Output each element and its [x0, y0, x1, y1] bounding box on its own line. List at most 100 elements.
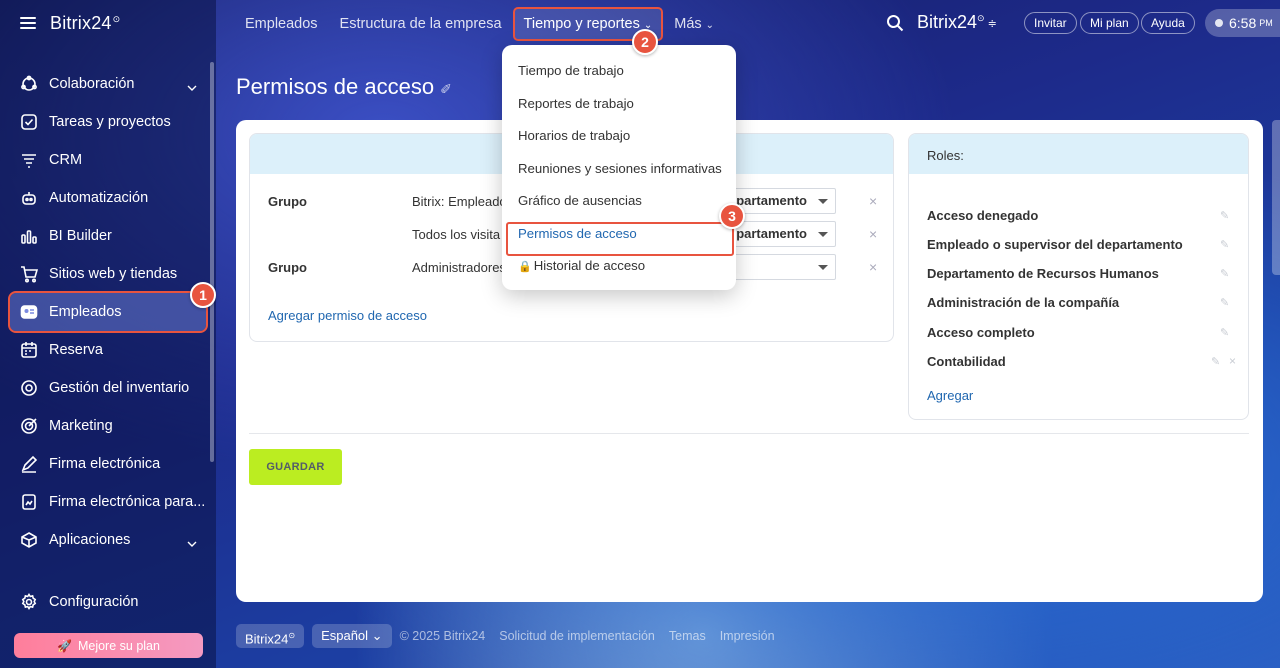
- menu-item-historial[interactable]: 🔒 Historial de acceso: [502, 250, 736, 283]
- row-group: Grupo: [268, 194, 307, 209]
- role-item[interactable]: Acceso denegado: [927, 208, 1038, 223]
- footer-link-implementacion[interactable]: Solicitud de implementación: [499, 629, 655, 643]
- help-button[interactable]: Ayuda: [1141, 12, 1195, 34]
- menu-item-ausencias[interactable]: Gráfico de ausencias: [502, 185, 736, 218]
- tiempo-reportes-dropdown: Tiempo de trabajo Reportes de trabajo Ho…: [502, 45, 736, 290]
- sidebar-item-marketing[interactable]: Marketing: [10, 407, 206, 445]
- logo[interactable]: Bitrix24⊙: [50, 13, 120, 34]
- sidebar-item-firma[interactable]: Firma electrónica: [10, 445, 206, 483]
- sidebar-item-tareas[interactable]: Tareas y proyectos: [10, 103, 206, 141]
- edit-icon[interactable]: ✎: [1220, 296, 1229, 309]
- menu-item-tiempo-trabajo[interactable]: Tiempo de trabajo: [502, 55, 736, 88]
- automation-icon: [20, 189, 38, 207]
- menu-burger-icon[interactable]: [20, 17, 36, 29]
- role-item[interactable]: Administración de la compañía: [927, 295, 1119, 310]
- role-select[interactable]: [723, 254, 836, 280]
- menu-item-reuniones[interactable]: Reuniones y sesiones informativas: [502, 153, 736, 186]
- lock-icon: 🔒: [518, 261, 532, 273]
- settings-link[interactable]: Configuración: [20, 593, 138, 611]
- rocket-icon: 🚀: [57, 638, 72, 653]
- marketing-icon: [20, 417, 38, 435]
- step-badge-3: 3: [719, 203, 745, 229]
- sidebar-item-inventario[interactable]: Gestión del inventario: [10, 369, 206, 407]
- row-subject: Administradores: [412, 260, 506, 275]
- row-subject: Todos los visita: [412, 227, 501, 242]
- logo-row: Bitrix24⊙: [20, 12, 120, 34]
- edit-icon[interactable]: ✎: [1211, 355, 1220, 368]
- edit-icon[interactable]: ✎: [1220, 238, 1229, 251]
- tab-mas[interactable]: Más ⌄: [674, 16, 714, 39]
- chevron-down-icon: [187, 79, 197, 91]
- step-badge-2: 2: [632, 29, 658, 55]
- menu-item-horarios[interactable]: Horarios de trabajo: [502, 120, 736, 153]
- chevron-down-icon: [818, 199, 828, 204]
- invite-button[interactable]: Invitar: [1024, 12, 1077, 34]
- save-button[interactable]: GUARDAR: [249, 449, 342, 485]
- copyright: © 2025 Bitrix24: [399, 629, 486, 643]
- close-icon[interactable]: ×: [1229, 354, 1236, 368]
- step-badge-1: 1: [190, 282, 216, 308]
- tasks-icon: [20, 113, 38, 131]
- add-role-link[interactable]: Agregar: [927, 388, 973, 403]
- edit-icon[interactable]: ✎: [1220, 326, 1229, 339]
- sidebar-item-empleados[interactable]: Empleados: [8, 291, 208, 333]
- topbar: Empleados Estructura de la empresa Tiemp…: [216, 0, 1280, 48]
- work-clock[interactable]: 6:58 PM: [1205, 9, 1280, 37]
- sidebar-scrollbar[interactable]: [210, 62, 214, 462]
- search-icon[interactable]: [886, 14, 904, 32]
- clock-icon: [1215, 19, 1223, 27]
- employees-icon: [20, 303, 38, 321]
- role-item[interactable]: Empleado o supervisor del departamento: [927, 237, 1183, 252]
- clock-ampm: PM: [1259, 18, 1273, 28]
- tab-label: Tiempo y reportes: [523, 16, 640, 32]
- role-item[interactable]: Departamento de Recursos Humanos: [927, 266, 1159, 281]
- sidebar-item-crm[interactable]: CRM: [10, 141, 206, 179]
- sidebar-item-firma-para[interactable]: Firma electrónica para...: [10, 483, 206, 521]
- brand-logo: Bitrix24⊙ ≑: [917, 12, 997, 32]
- sidebar-item-sitios-web[interactable]: Sitios web y tiendas: [10, 255, 206, 293]
- role-item[interactable]: Contabilidad: [927, 354, 1006, 369]
- menu-item-permisos[interactable]: Permisos de acceso: [502, 218, 736, 255]
- chevron-down-icon: ⌄: [705, 20, 715, 31]
- divider: [249, 433, 1249, 434]
- sidebar-item-aplicaciones[interactable]: Aplicaciones: [10, 521, 206, 559]
- add-permission-link[interactable]: Agregar permiso de acceso: [268, 308, 427, 323]
- close-icon[interactable]: ×: [869, 259, 877, 275]
- sidebar-item-label: Colaboración: [49, 76, 135, 92]
- signature-icon: [20, 455, 38, 473]
- footer-link-impresion[interactable]: Impresión: [720, 629, 775, 643]
- calendar-icon: [20, 341, 38, 359]
- sidebar-item-label: Firma electrónica: [49, 456, 161, 472]
- footer-link-temas[interactable]: Temas: [669, 629, 706, 643]
- sidebar-item-label: Automatización: [49, 190, 149, 206]
- right-panel-handle[interactable]: [1272, 120, 1280, 275]
- close-icon[interactable]: ×: [869, 226, 877, 242]
- sidebar-item-reserva[interactable]: Reserva: [10, 331, 206, 369]
- top-nav: Empleados Estructura de la empresa Tiemp…: [245, 7, 736, 41]
- footer: Bitrix24⊙ Español ⌄ © 2025 Bitrix24 Soli…: [236, 624, 789, 648]
- role-item[interactable]: Acceso completo: [927, 325, 1035, 340]
- tab-estructura[interactable]: Estructura de la empresa: [340, 16, 502, 39]
- inventory-icon: [20, 379, 38, 397]
- edit-icon[interactable]: ✎: [1220, 267, 1229, 280]
- upgrade-plan-button[interactable]: 🚀 Mejore su plan: [14, 633, 203, 658]
- edit-icon[interactable]: ✎: [1220, 209, 1229, 222]
- row-group: Grupo: [268, 260, 307, 275]
- tab-empleados[interactable]: Empleados: [245, 16, 318, 39]
- footer-brand[interactable]: Bitrix24⊙: [236, 624, 305, 648]
- sidebar-menu: Colaboración Tareas y proyectos CRM Auto…: [8, 65, 208, 559]
- sidebar-item-label: CRM: [49, 152, 83, 168]
- language-select[interactable]: Español ⌄: [312, 624, 392, 648]
- upgrade-label: Mejore su plan: [77, 638, 160, 653]
- settings-sliders-icon[interactable]: ≑: [988, 18, 997, 30]
- sidebar-item-bi-builder[interactable]: BI Builder: [10, 217, 206, 255]
- page-title: Permisos de acceso ✐: [236, 74, 452, 99]
- pin-icon[interactable]: ✐: [440, 81, 452, 98]
- chevron-down-icon: [818, 265, 828, 270]
- my-plan-button[interactable]: Mi plan: [1080, 12, 1139, 34]
- sidebar-item-colaboracion[interactable]: Colaboración: [10, 65, 206, 103]
- chevron-down-icon: [187, 535, 197, 547]
- sidebar-item-automatizacion[interactable]: Automatización: [10, 179, 206, 217]
- menu-item-reportes-trabajo[interactable]: Reportes de trabajo: [502, 88, 736, 121]
- close-icon[interactable]: ×: [869, 193, 877, 209]
